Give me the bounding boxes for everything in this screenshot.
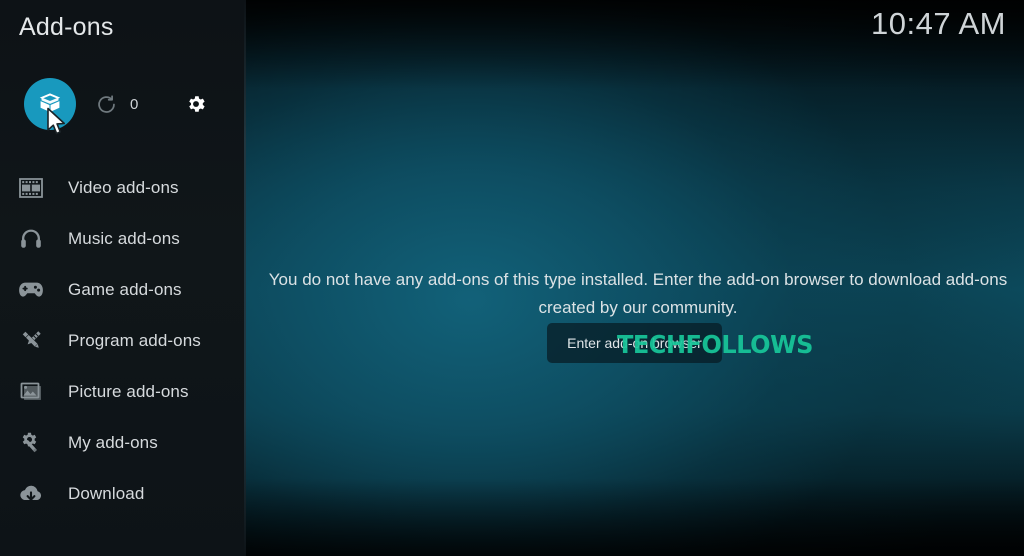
site-watermark: TECHFOLLOWS — [617, 330, 813, 359]
update-count: 0 — [130, 95, 139, 113]
headphones-icon — [12, 228, 50, 250]
sidebar-item-label: Music add-ons — [68, 228, 180, 248]
sidebar-item-game-addons[interactable]: Game add-ons — [0, 264, 246, 315]
download-cloud-icon — [12, 483, 50, 505]
sidebar-item-label: Download — [68, 483, 145, 503]
empty-state-message: You do not have any add-ons of this type… — [268, 270, 1008, 317]
pencil-ruler-icon — [12, 328, 50, 353]
refresh-icon — [96, 94, 117, 115]
sidebar-item-my-addons[interactable]: My add-ons — [0, 417, 246, 468]
sidebar-item-label: My add-ons — [68, 432, 158, 452]
sidebar-menu: Video add-ons Music add-ons Game add-ons… — [0, 162, 246, 519]
sidebar-item-label: Program add-ons — [68, 330, 201, 350]
film-strip-icon — [12, 177, 50, 198]
toolbar: 0 — [0, 78, 246, 130]
sidebar-item-label: Picture add-ons — [68, 381, 189, 401]
sidebar-item-download[interactable]: Download — [0, 468, 246, 519]
gamepad-icon — [12, 280, 50, 299]
photo-icon — [12, 381, 50, 403]
sidebar-item-picture-addons[interactable]: Picture add-ons — [0, 366, 246, 417]
check-updates-button[interactable] — [86, 78, 126, 130]
page-title: Add-ons — [19, 13, 114, 41]
sidebar-item-music-addons[interactable]: Music add-ons — [0, 213, 246, 264]
addon-browser-button[interactable] — [24, 78, 76, 130]
sidebar-item-label: Game add-ons — [68, 279, 182, 299]
kodi-addons-window: Add-ons 10:47 AM 0 Video add-ons Music a… — [0, 0, 1024, 556]
open-box-icon — [37, 91, 63, 117]
gear-wrench-icon — [12, 430, 50, 456]
sidebar-item-program-addons[interactable]: Program add-ons — [0, 315, 246, 366]
clock: 10:47 AM — [871, 6, 1006, 41]
settings-button[interactable] — [172, 78, 220, 130]
sidebar-item-video-addons[interactable]: Video add-ons — [0, 162, 246, 213]
sidebar-item-label: Video add-ons — [68, 177, 179, 197]
gear-icon — [185, 93, 207, 115]
